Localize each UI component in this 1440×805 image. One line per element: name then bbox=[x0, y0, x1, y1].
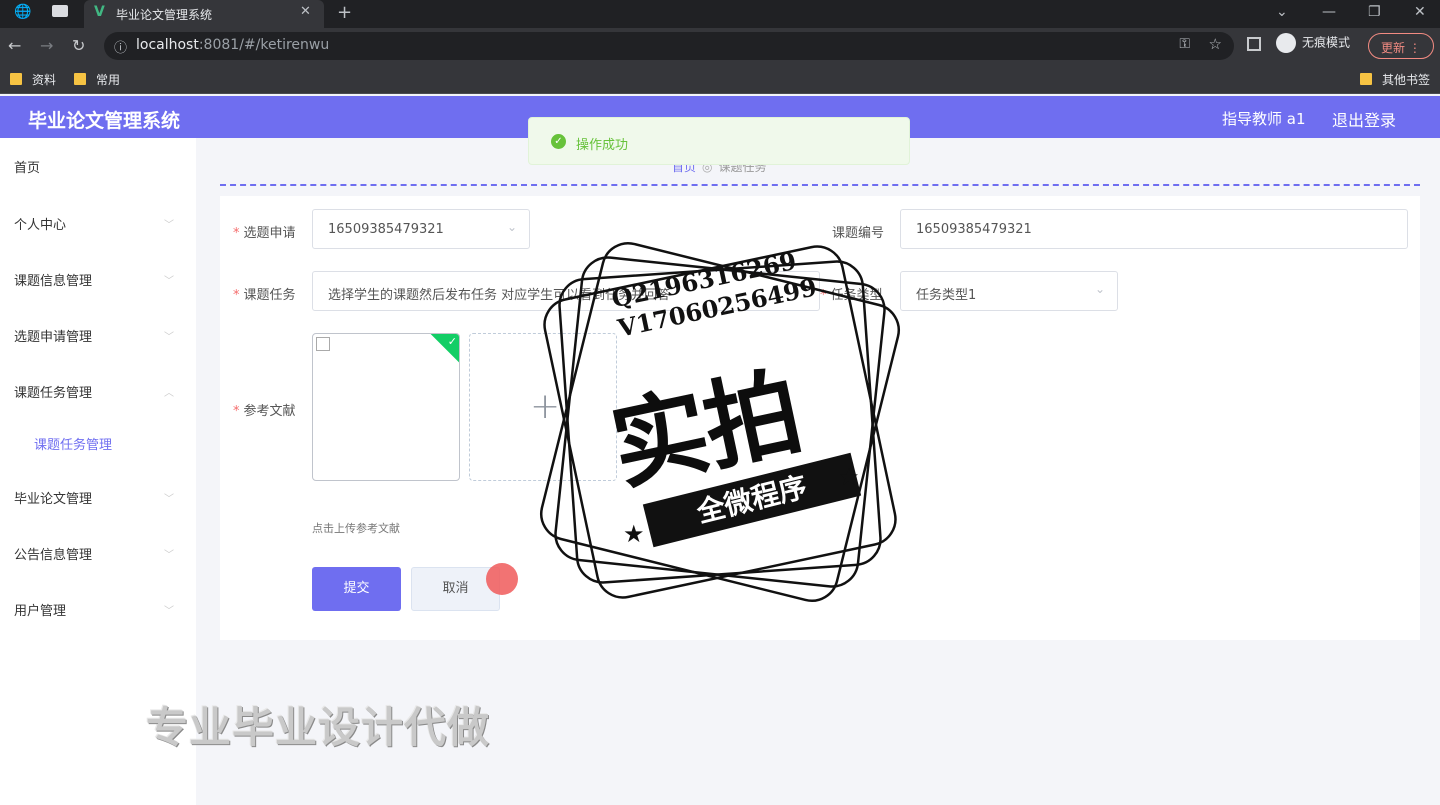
sidebar-item-personal-center[interactable]: 个人中心 bbox=[14, 214, 66, 233]
other-bookmarks[interactable]: 其他书签 bbox=[1360, 71, 1430, 88]
chevron-down-icon: ﹀ bbox=[164, 494, 174, 505]
reference-label: * 参考文献 bbox=[233, 404, 296, 419]
chevron-down-icon: ﹀ bbox=[164, 606, 174, 617]
selection-label: * 选题申请 bbox=[233, 226, 296, 241]
success-icon: ✓ bbox=[551, 134, 566, 149]
chevron-down-icon: ⌄ bbox=[506, 220, 517, 234]
globe-icon[interactable]: 🌐 bbox=[14, 4, 31, 20]
toast-message: 操作成功 bbox=[576, 138, 629, 153]
sidebar-item-topic-info[interactable]: 课题信息管理 bbox=[14, 270, 92, 289]
divider bbox=[220, 184, 1420, 186]
minimize-icon[interactable]: — bbox=[1322, 4, 1336, 20]
more-icon: ⋮ bbox=[1408, 41, 1421, 55]
back-icon[interactable]: ← bbox=[8, 36, 21, 55]
topic-no-field[interactable]: 16509385479321 bbox=[900, 209, 1408, 249]
folder-icon bbox=[1360, 73, 1372, 85]
forward-icon[interactable]: → bbox=[40, 36, 53, 55]
chevron-down-icon: ﹀ bbox=[164, 276, 174, 287]
chevron-up-icon: ︿ bbox=[164, 388, 174, 399]
bookmarks-bar: 资料 常用 其他书签 bbox=[0, 64, 1440, 94]
bookmark-folder[interactable]: 资料 bbox=[10, 71, 56, 88]
tab-search-icon[interactable] bbox=[52, 5, 68, 17]
new-tab-icon[interactable]: + bbox=[337, 2, 352, 23]
vue-logo-icon: V bbox=[94, 4, 105, 20]
uploaded-file-card[interactable]: ✓ bbox=[312, 333, 460, 481]
sidebar-subitem-topic-task[interactable]: 课题任务管理 bbox=[34, 434, 112, 453]
logout-link[interactable]: 退出登录 bbox=[1332, 107, 1396, 131]
url-host: localhost bbox=[136, 37, 199, 53]
star-icon[interactable]: ☆ bbox=[1209, 35, 1222, 53]
chevron-down-icon: ﹀ bbox=[164, 220, 174, 231]
address-bar-row: ← → ↻ ⓘ localhost:8081/#/ketirenwu ⚿ ☆ 无… bbox=[0, 28, 1440, 64]
tab-title: 毕业论文管理系统 bbox=[116, 8, 213, 22]
info-icon[interactable]: ⓘ bbox=[114, 37, 127, 56]
restore-icon[interactable]: ❐ bbox=[1368, 4, 1381, 20]
incognito-indicator[interactable]: 无痕模式 bbox=[1276, 33, 1350, 53]
bottom-watermark: 专业毕业设计代做 bbox=[146, 703, 491, 752]
incognito-icon bbox=[1276, 33, 1296, 53]
sidebar-item-users[interactable]: 用户管理 bbox=[14, 600, 66, 619]
star-icon: ★ bbox=[838, 463, 860, 491]
mouse-cursor-highlight bbox=[486, 563, 518, 595]
close-window-icon[interactable]: ✕ bbox=[1414, 4, 1426, 20]
chevron-down-icon[interactable]: ⌄ bbox=[1276, 4, 1288, 20]
check-icon: ✓ bbox=[447, 335, 457, 348]
submit-button[interactable]: 提交 bbox=[312, 567, 401, 611]
chevron-down-icon: ⌄ bbox=[1094, 282, 1105, 296]
sidebar-item-home[interactable]: 首页 bbox=[14, 157, 40, 176]
broken-image-icon bbox=[316, 337, 330, 351]
side-panel-icon[interactable] bbox=[1247, 37, 1261, 51]
close-tab-icon[interactable]: ✕ bbox=[300, 4, 311, 19]
browser-tab-bar: 🌐 V 毕业论文管理系统 ✕ + ⌄ — ❐ ✕ bbox=[0, 0, 1440, 28]
browser-tab[interactable]: V 毕业论文管理系统 ✕ bbox=[84, 0, 324, 28]
star-icon: ★ bbox=[623, 520, 645, 548]
url-input[interactable]: ⓘ localhost:8081/#/ketirenwu ⚿ ☆ bbox=[104, 32, 1234, 60]
task-type-select[interactable]: 任务类型1 ⌄ bbox=[900, 271, 1118, 311]
sidebar-item-topic-task[interactable]: 课题任务管理 bbox=[14, 382, 92, 401]
chevron-down-icon: ﹀ bbox=[164, 332, 174, 343]
reload-icon[interactable]: ↻ bbox=[72, 36, 85, 55]
task-label: * 课题任务 bbox=[233, 288, 296, 303]
required-marker: * bbox=[233, 404, 240, 419]
required-marker: * bbox=[233, 226, 240, 241]
update-button[interactable]: 更新 ⋮ bbox=[1368, 33, 1434, 59]
sidebar-item-thesis[interactable]: 毕业论文管理 bbox=[14, 488, 92, 507]
app-title: 毕业论文管理系统 bbox=[28, 110, 181, 132]
folder-icon bbox=[74, 73, 86, 85]
upload-tip: 点击上传参考文献 bbox=[312, 522, 400, 535]
bookmark-folder[interactable]: 常用 bbox=[74, 71, 120, 88]
sidebar-item-selection[interactable]: 选题申请管理 bbox=[14, 326, 92, 345]
url-path: :8081/#/ketirenwu bbox=[198, 37, 330, 53]
required-marker: * bbox=[233, 288, 240, 303]
sidebar-item-notice[interactable]: 公告信息管理 bbox=[14, 544, 92, 563]
key-icon[interactable]: ⚿ bbox=[1179, 36, 1190, 52]
user-role: 指导教师 a1 bbox=[1222, 110, 1306, 128]
chevron-down-icon: ﹀ bbox=[164, 550, 174, 561]
selection-select[interactable]: 16509385479321 ⌄ bbox=[312, 209, 530, 249]
folder-icon bbox=[10, 73, 22, 85]
success-toast: ✓ 操作成功 bbox=[528, 117, 910, 165]
